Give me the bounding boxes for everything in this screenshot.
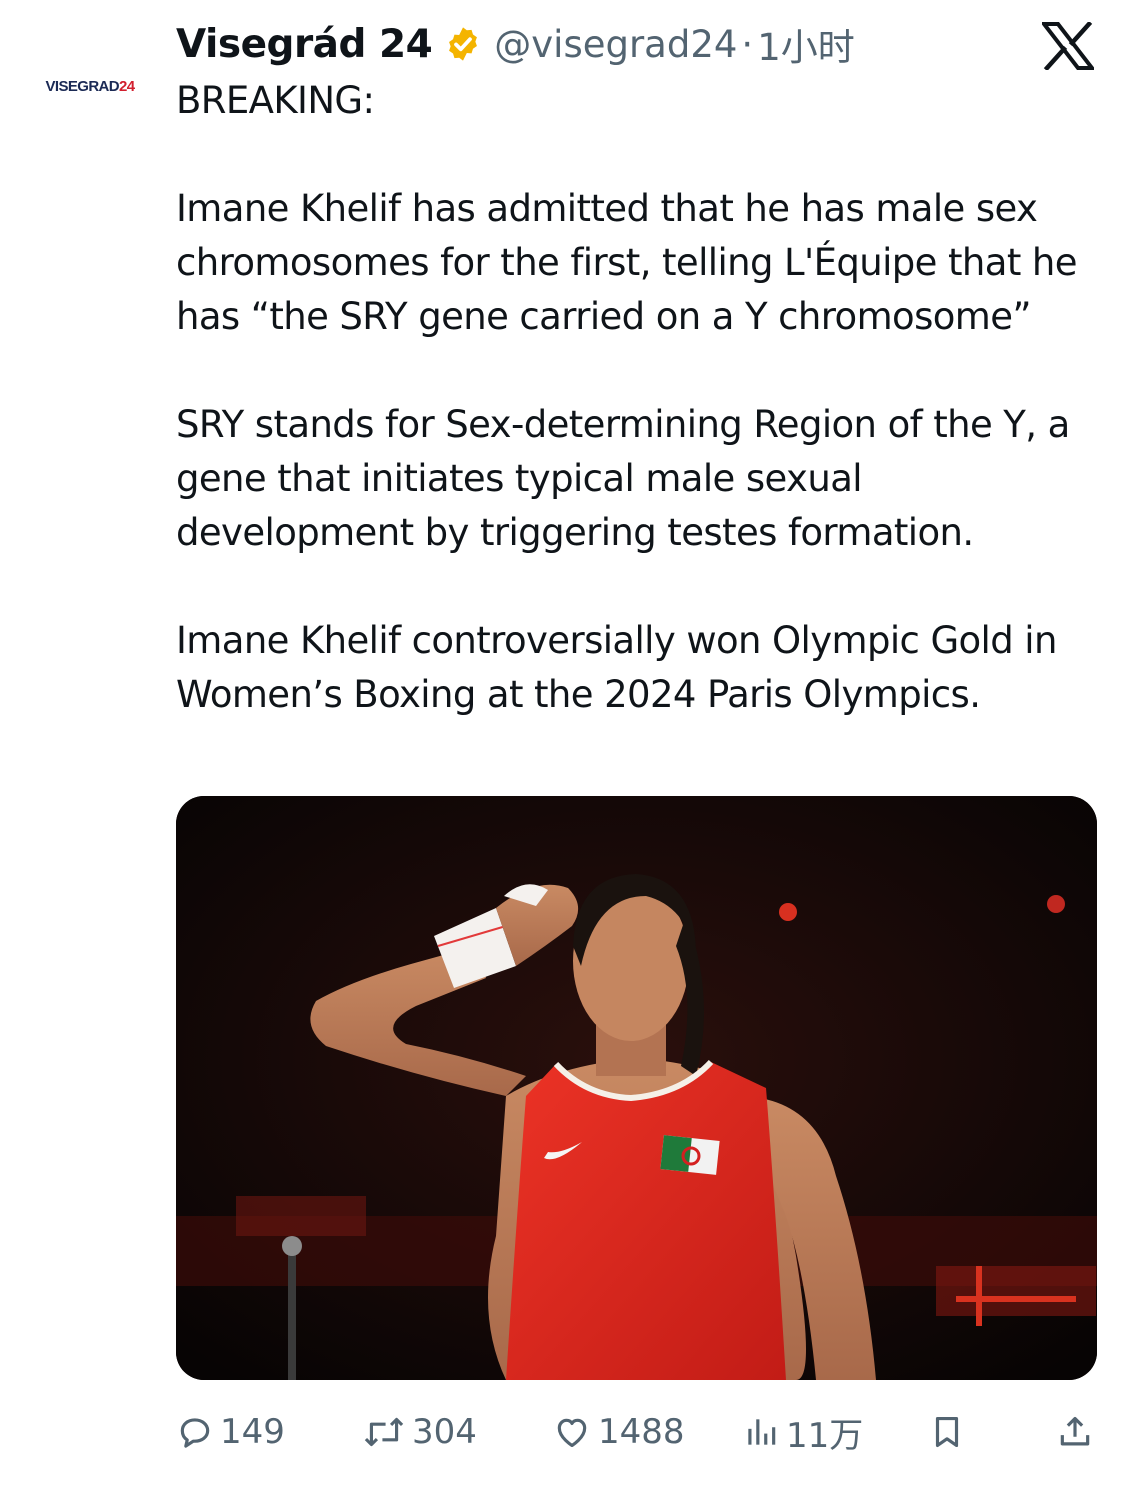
boxer-photo-illustration bbox=[176, 796, 1097, 1380]
reply-button[interactable]: 149 bbox=[176, 1402, 285, 1462]
tweet-photo[interactable] bbox=[176, 796, 1097, 1380]
tweet-paragraph: Imane Khelif has admitted that he has ma… bbox=[176, 187, 1078, 338]
tweet-actions: 149 304 1488 11万 bbox=[176, 1402, 1106, 1462]
retweet-icon bbox=[364, 1417, 404, 1447]
retweet-button[interactable]: 304 bbox=[362, 1402, 477, 1462]
bookmark-icon bbox=[935, 1416, 959, 1448]
views-icon bbox=[748, 1419, 776, 1445]
heart-icon bbox=[557, 1418, 587, 1448]
like-button[interactable]: 1488 bbox=[552, 1402, 685, 1462]
handle[interactable]: @visegrad24 bbox=[494, 23, 737, 66]
tweet-text: BREAKING: Imane Khelif has admitted that… bbox=[176, 74, 1106, 722]
view-count: 11万 bbox=[786, 1415, 864, 1456]
avatar-text: VISEGRAD bbox=[45, 77, 120, 95]
like-count: 1488 bbox=[598, 1412, 685, 1452]
avatar-text-accent: 24 bbox=[119, 77, 135, 95]
verified-badge-icon bbox=[449, 27, 478, 61]
share-button[interactable] bbox=[1056, 1402, 1100, 1462]
tweet-header: Visegrád 24 @visegrad24 · 1小时 bbox=[176, 14, 855, 74]
retweet-count: 304 bbox=[412, 1412, 477, 1452]
share-icon bbox=[1060, 1416, 1090, 1446]
tweet-paragraph: Imane Khelif controversially won Olympic… bbox=[176, 619, 1057, 716]
views-button[interactable]: 11万 bbox=[742, 1402, 863, 1462]
reply-count: 149 bbox=[220, 1412, 285, 1452]
tweet-paragraph: BREAKING: bbox=[176, 79, 375, 122]
avatar[interactable]: VISEGRAD 24 bbox=[38, 70, 142, 102]
timestamp[interactable]: 1小时 bbox=[757, 17, 855, 71]
separator-dot: · bbox=[741, 22, 754, 66]
tweet-paragraph: SRY stands for Sex-determining Region of… bbox=[176, 403, 1070, 554]
reply-icon bbox=[180, 1418, 210, 1448]
x-logo-icon bbox=[1042, 22, 1094, 70]
display-name[interactable]: Visegrád 24 bbox=[176, 22, 433, 67]
bookmark-button[interactable] bbox=[928, 1402, 972, 1462]
